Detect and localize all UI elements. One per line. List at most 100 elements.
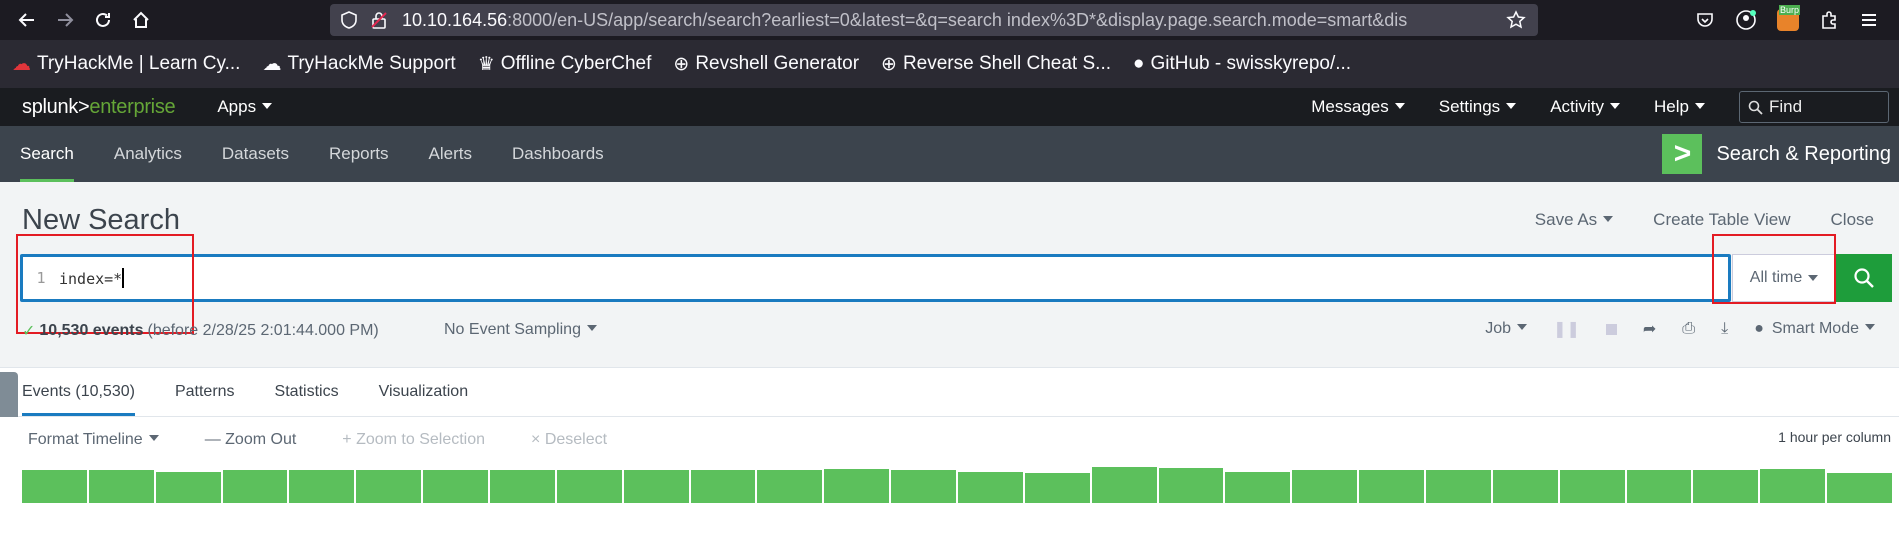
bookmark-tryhackme[interactable]: ☁ TryHackMe | Learn Cy... bbox=[12, 53, 240, 76]
timeline-panel: Format Timeline — Zoom Out + Zoom to Sel… bbox=[0, 417, 1899, 533]
timeline-bar[interactable] bbox=[757, 470, 823, 503]
timeline-bar[interactable] bbox=[490, 470, 555, 503]
splunk-logo[interactable]: splunk>enterprise bbox=[22, 96, 176, 119]
burp-extension-icon[interactable]: Burp bbox=[1777, 5, 1801, 31]
tryhackme-cloud-icon: ☁ bbox=[12, 53, 31, 75]
bookmark-tryhackme-support[interactable]: ☁ TryHackMe Support bbox=[262, 53, 455, 76]
create-table-view-button[interactable]: Create Table View bbox=[1653, 210, 1790, 230]
timeline-bar[interactable] bbox=[356, 470, 422, 503]
result-tabs: Events (10,530) Patterns Statistics Visu… bbox=[0, 367, 1899, 417]
timeline-bar[interactable] bbox=[222, 470, 288, 503]
address-bar[interactable]: 10.10.164.56:8000/en-US/app/search/searc… bbox=[330, 4, 1538, 36]
format-timeline-menu[interactable]: Format Timeline bbox=[28, 431, 159, 449]
timeline-bar[interactable] bbox=[623, 470, 689, 503]
app-title[interactable]: > Search & Reporting bbox=[1662, 126, 1891, 182]
search-status: ✓ 10,530 events (before 2/28/25 2:01:44.… bbox=[22, 322, 379, 340]
bookmark-revshell[interactable]: ⊕ Revshell Generator bbox=[673, 53, 859, 76]
chevron-down-icon bbox=[1610, 103, 1621, 109]
zoom-out-button[interactable]: — Zoom Out bbox=[205, 431, 297, 449]
timeline-bar[interactable] bbox=[22, 470, 87, 503]
timeline-bar[interactable] bbox=[1225, 472, 1291, 503]
reload-icon[interactable] bbox=[84, 0, 122, 40]
chef-hat-icon: ♛ bbox=[477, 53, 495, 75]
chevron-down-icon bbox=[1517, 324, 1528, 330]
insecure-lock-icon bbox=[371, 12, 387, 29]
settings-menu[interactable]: Settings bbox=[1439, 97, 1517, 117]
timeline-histogram[interactable] bbox=[22, 460, 1893, 503]
highlight-time-range-box bbox=[1712, 234, 1836, 304]
pocket-icon[interactable] bbox=[1695, 10, 1715, 30]
event-sampling-dropdown[interactable]: No Event Sampling bbox=[444, 321, 597, 339]
bookmark-cyberchef[interactable]: ♛ Offline CyberChef bbox=[478, 53, 652, 76]
timeline-bar[interactable] bbox=[690, 470, 756, 503]
app-logo-icon: > bbox=[1662, 134, 1703, 174]
highlight-query-box bbox=[16, 234, 194, 334]
zoom-to-selection-button[interactable]: + Zoom to Selection bbox=[342, 431, 485, 449]
menu-icon[interactable] bbox=[1859, 10, 1879, 30]
tab-patterns[interactable]: Patterns bbox=[175, 368, 235, 416]
bookmark-github[interactable]: ● GitHub - swisskyrepo/... bbox=[1133, 53, 1351, 75]
save-as-button[interactable]: Save As bbox=[1535, 210, 1614, 230]
close-button[interactable]: Close bbox=[1831, 210, 1874, 230]
chevron-down-icon bbox=[1865, 324, 1875, 330]
extensions-icon[interactable] bbox=[1819, 10, 1839, 30]
timeline-bar[interactable] bbox=[1760, 469, 1826, 503]
home-icon[interactable] bbox=[122, 0, 160, 40]
apps-menu[interactable]: Apps bbox=[217, 97, 273, 117]
timeline-bar[interactable] bbox=[1359, 470, 1425, 503]
timeline-bar[interactable] bbox=[1559, 470, 1625, 503]
tab-datasets[interactable]: Datasets bbox=[202, 126, 309, 182]
forward-icon[interactable] bbox=[46, 0, 84, 40]
share-icon[interactable]: ➦ bbox=[1643, 319, 1656, 339]
timeline-bar[interactable] bbox=[88, 470, 154, 503]
browser-toolbar: 10.10.164.56:8000/en-US/app/search/searc… bbox=[0, 0, 1899, 40]
timeline-bar[interactable] bbox=[958, 472, 1023, 503]
timeline-bar[interactable] bbox=[556, 470, 622, 503]
tab-analytics[interactable]: Analytics bbox=[94, 126, 202, 182]
search-submit-button[interactable] bbox=[1836, 254, 1892, 302]
timeline-bar[interactable] bbox=[1426, 470, 1491, 503]
help-menu[interactable]: Help bbox=[1654, 97, 1705, 117]
export-icon[interactable]: ⤓ bbox=[1721, 320, 1728, 338]
account-icon[interactable] bbox=[1735, 9, 1757, 31]
timeline-bar[interactable] bbox=[1827, 473, 1893, 503]
timeline-bar[interactable] bbox=[1158, 468, 1224, 503]
stop-icon[interactable] bbox=[1605, 323, 1617, 335]
burp-badge: Burp bbox=[1779, 5, 1801, 15]
back-icon[interactable] bbox=[8, 0, 46, 40]
messages-menu[interactable]: Messages bbox=[1311, 97, 1405, 117]
globe-icon: ⊕ bbox=[881, 53, 897, 75]
timeline-bar[interactable] bbox=[1091, 467, 1157, 503]
search-icon bbox=[1854, 268, 1874, 288]
activity-menu[interactable]: Activity bbox=[1550, 97, 1621, 117]
timeline-bar[interactable] bbox=[1292, 470, 1358, 503]
tab-search[interactable]: Search bbox=[0, 126, 94, 182]
timeline-bar[interactable] bbox=[289, 470, 355, 503]
search-mode-menu[interactable]: ● Smart Mode bbox=[1754, 320, 1875, 338]
bookmarks-bar: ☁ TryHackMe | Learn Cy... ☁ TryHackMe Supp… bbox=[0, 40, 1899, 88]
tab-visualization[interactable]: Visualization bbox=[379, 368, 469, 416]
timeline-bar[interactable] bbox=[155, 472, 221, 503]
tab-dashboards[interactable]: Dashboards bbox=[492, 126, 624, 182]
timeline-bar[interactable] bbox=[1626, 470, 1692, 503]
bookmark-star-icon[interactable] bbox=[1506, 10, 1526, 30]
job-menu[interactable]: Job bbox=[1485, 320, 1528, 338]
tab-reports[interactable]: Reports bbox=[309, 126, 409, 182]
timeline-bar[interactable] bbox=[423, 470, 489, 503]
pause-icon[interactable]: ❚❚ bbox=[1553, 319, 1580, 339]
print-icon[interactable]: ⎙ bbox=[1682, 320, 1695, 338]
tab-alerts[interactable]: Alerts bbox=[409, 126, 492, 182]
tab-statistics[interactable]: Statistics bbox=[275, 368, 339, 416]
search-icon bbox=[1748, 100, 1763, 115]
tab-events[interactable]: Events (10,530) bbox=[22, 368, 135, 416]
timeline-bar[interactable] bbox=[824, 469, 890, 503]
timeline-bar[interactable] bbox=[891, 470, 957, 503]
bookmark-reverse-shell[interactable]: ⊕ Reverse Shell Cheat S... bbox=[881, 53, 1111, 76]
search-query-input[interactable]: 1 index=* bbox=[20, 254, 1731, 302]
timeline-bar[interactable] bbox=[1693, 470, 1759, 503]
find-input[interactable]: Find bbox=[1739, 91, 1889, 123]
timeline-bar[interactable] bbox=[1492, 470, 1558, 503]
page-title: New Search bbox=[22, 204, 180, 236]
timeline-bar[interactable] bbox=[1024, 473, 1090, 503]
deselect-button[interactable]: × Deselect bbox=[531, 431, 607, 449]
